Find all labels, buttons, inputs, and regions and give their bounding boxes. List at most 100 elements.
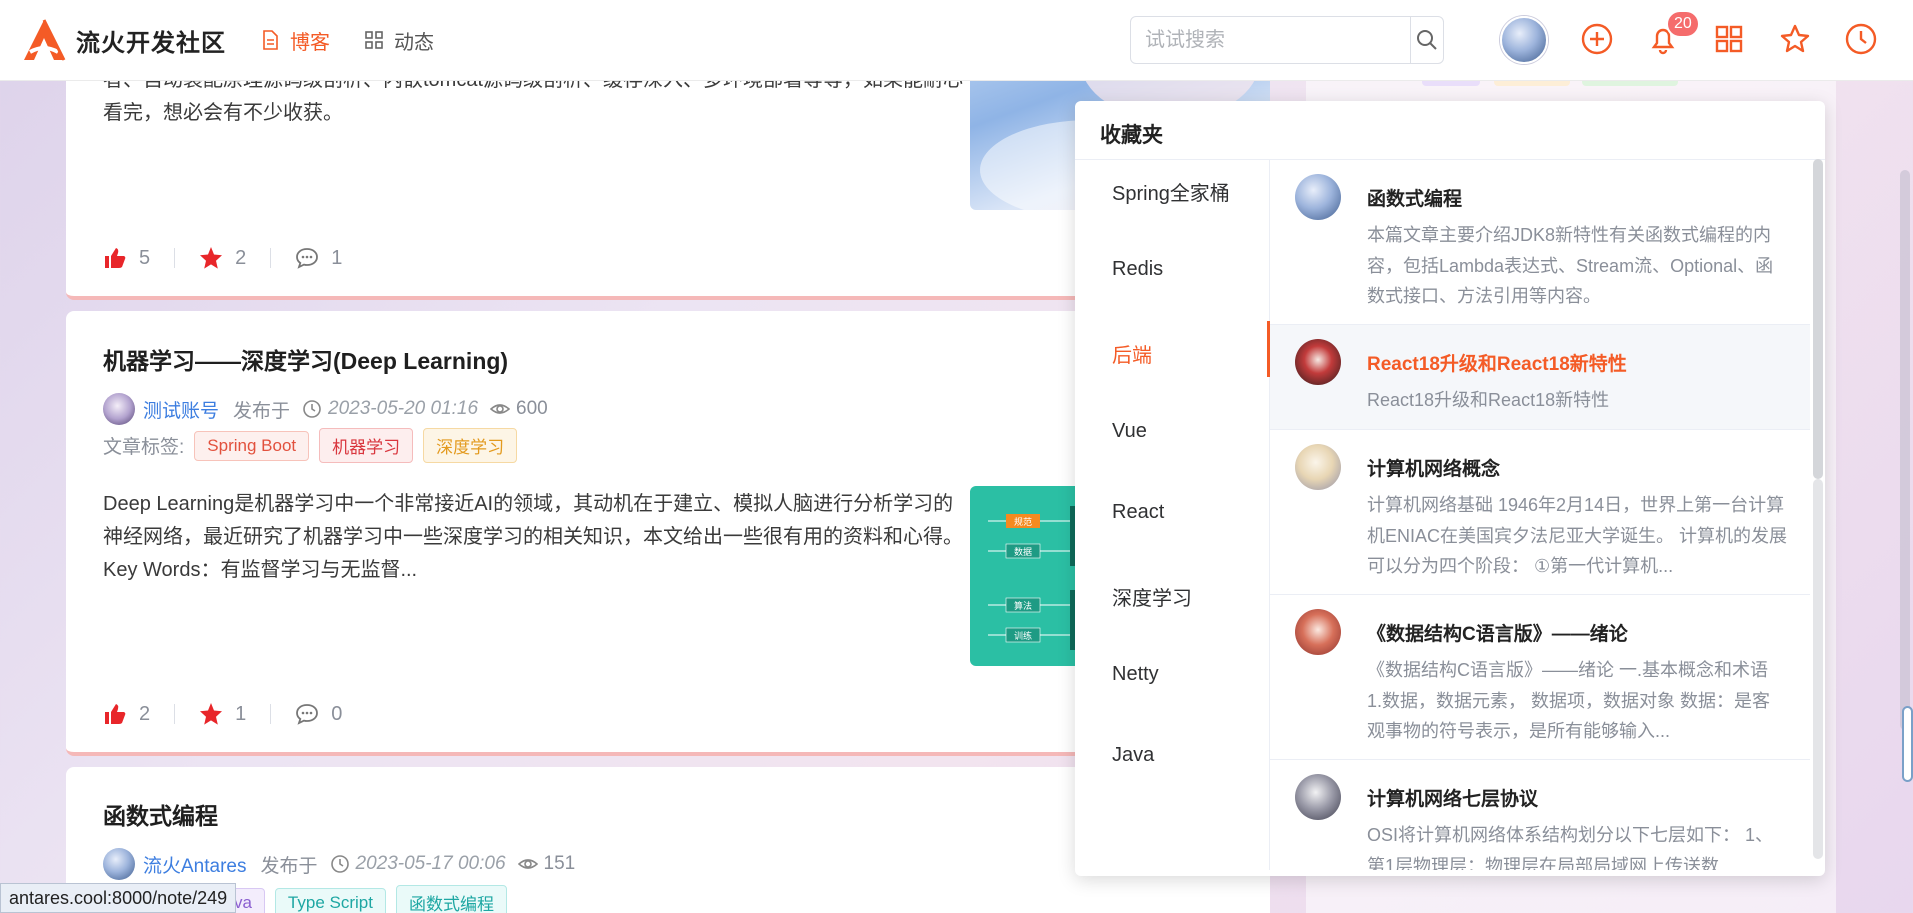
nav-link-label: 博客 [290, 31, 330, 54]
favorite-item-desc: 本篇文章主要介绍JDK8新特性有关函数式编程的内容，包括Lambda表达式、St… [1367, 225, 1774, 306]
tag[interactable]: Type Script [274, 887, 386, 913]
logo-icon [24, 19, 66, 61]
favorite-item-desc: OSI将计算机网络体系结构划分以下七层如下： 1、第1层物理层：物理层在局部局域… [1367, 825, 1774, 870]
favorite-item-desc: 《数据结构C语言版》——绪论 一.基本概念和术语 1.数据，数据元素， 数据项，… [1367, 660, 1771, 741]
comment-stat[interactable]: 1 [295, 246, 342, 270]
favorite-item[interactable]: 计算机网络概念 计算机网络基础 1946年2月14日，世界上第一台计算机ENIA… [1270, 430, 1810, 595]
clock-icon [303, 400, 321, 418]
apps-grid-icon[interactable] [1712, 22, 1746, 56]
favorites-scrollbar-track[interactable] [1813, 479, 1823, 859]
favorite-item-desc: 计算机网络基础 1946年2月14日，世界上第一台计算机ENIAC在美国宾夕法尼… [1367, 495, 1787, 576]
article-stats: 2 1 0 [103, 702, 342, 726]
comment-count: 0 [331, 702, 343, 725]
favorite-items-list: 函数式编程 本篇文章主要介绍JDK8新特性有关函数式编程的内容，包括Lambda… [1270, 160, 1810, 870]
top-navbar: 流火开发社区 博客 动态 [0, 0, 1913, 81]
author-avatar [1295, 339, 1341, 385]
search-button[interactable] [1410, 17, 1443, 63]
favorite-count: 2 [235, 246, 247, 269]
search-box [1130, 16, 1444, 64]
favorites-title: 收藏夹 [1100, 124, 1163, 147]
favorite-item-title: 函数式编程 [1367, 189, 1463, 210]
favorite-stat[interactable]: 2 [199, 246, 246, 270]
clock-icon [330, 855, 349, 873]
author-avatar [1295, 774, 1341, 820]
author-link[interactable]: 流火Antares [143, 851, 246, 878]
search-icon [1417, 30, 1437, 50]
star-icon[interactable] [1778, 22, 1812, 56]
tag[interactable]: 机器学习 [319, 428, 414, 463]
author-avatar[interactable] [103, 848, 135, 880]
view-count: 600 [516, 398, 548, 419]
divider [270, 248, 272, 268]
folder-item-active[interactable]: 后端 [1112, 339, 1152, 368]
like-stat[interactable]: 2 [103, 702, 150, 726]
plus-circle-icon[interactable] [1580, 22, 1614, 56]
author-avatar [1295, 174, 1341, 220]
favorite-item-hovered[interactable]: React18升级和React18新特性 React18升级和React18新特… [1270, 325, 1810, 430]
author-avatar [1295, 609, 1341, 655]
nav-link-label: 动态 [394, 31, 434, 54]
status-bar-url: antares.cool:8000/note/249 [0, 883, 237, 913]
tags-label: 文章标签: [103, 437, 185, 458]
folder-item[interactable]: Spring全家桶 [1112, 177, 1230, 206]
favorite-stat[interactable]: 1 [199, 702, 246, 726]
like-count: 2 [139, 702, 151, 725]
diagram-label: 算法 [1014, 600, 1032, 612]
comment-icon [296, 248, 319, 269]
user-avatar[interactable] [1500, 16, 1548, 64]
like-stat[interactable]: 5 [103, 246, 150, 270]
folder-item[interactable]: 深度学习 [1112, 582, 1192, 611]
folder-item[interactable]: Java [1112, 744, 1154, 767]
favorites-popup: 收藏夹 Spring全家桶 Redis 后端 Vue React 深度学习 Ne… [1075, 101, 1825, 876]
published-label: 发布于 [233, 400, 291, 422]
page-scrollbar[interactable] [1900, 170, 1910, 730]
favorite-item-desc: React18升级和React18新特性 [1367, 390, 1610, 410]
diagram-label: 规范 [1014, 516, 1032, 528]
article-title[interactable]: 机器学习——深度学习(Deep Learning) [103, 342, 508, 376]
brand-name: 流火开发社区 [76, 29, 226, 57]
star-filled-icon [200, 703, 223, 725]
published-label: 发布于 [260, 855, 318, 877]
favorite-item[interactable]: 《数据结构C语言版》——绪论 《数据结构C语言版》——绪论 一.基本概念和术语 … [1270, 595, 1810, 760]
favorite-item-title: 计算机网络概念 [1367, 459, 1501, 480]
article-stats: 5 2 1 [103, 246, 342, 270]
favorite-count: 1 [235, 702, 247, 725]
author-avatar [1295, 444, 1341, 490]
search-input[interactable] [1131, 17, 1410, 63]
divider [270, 704, 272, 724]
comment-stat[interactable]: 0 [295, 702, 342, 726]
publish-date: 2023-05-17 00:06 [355, 853, 506, 874]
favorites-scrollbar-thumb[interactable] [1813, 159, 1823, 479]
eye-icon [517, 859, 538, 869]
tag[interactable]: 深度学习 [423, 428, 518, 463]
folder-item[interactable]: Vue [1112, 420, 1147, 443]
article-tags: Java Type Script 函数式编程 [193, 885, 507, 913]
tag[interactable]: 函数式编程 [395, 885, 507, 913]
nav-link-blog[interactable]: 博客 [260, 26, 330, 55]
favorite-item-title: 计算机网络七层协议 [1367, 789, 1539, 810]
comment-icon [296, 704, 319, 725]
article-meta: 流火Antares 发布于 2023-05-17 00:06 151 [103, 848, 575, 880]
clock-icon[interactable] [1844, 22, 1878, 56]
comment-count: 1 [331, 246, 343, 269]
like-count: 5 [139, 246, 151, 269]
favorite-item[interactable]: 计算机网络七层协议 OSI将计算机网络体系结构划分以下七层如下： 1、第1层物理… [1270, 760, 1810, 870]
page-scrollbar-thumb[interactable] [1902, 706, 1913, 782]
folder-item[interactable]: Netty [1112, 663, 1159, 686]
author-avatar[interactable] [103, 393, 135, 425]
grid-icon [365, 31, 383, 49]
folder-item[interactable]: Redis [1112, 258, 1163, 281]
folder-item[interactable]: React [1112, 501, 1164, 524]
favorite-item-title: React18升级和React18新特性 [1367, 354, 1627, 375]
nav-link-activity[interactable]: 动态 [364, 26, 434, 55]
divider [174, 248, 176, 268]
eye-icon [490, 404, 511, 414]
article-title[interactable]: 函数式编程 [103, 797, 218, 831]
tag[interactable]: Spring Boot [194, 430, 310, 461]
brand-logo[interactable]: 流火开发社区 [20, 16, 226, 64]
author-link[interactable]: 测试账号 [143, 396, 219, 423]
favorite-item[interactable]: 函数式编程 本篇文章主要介绍JDK8新特性有关函数式编程的内容，包括Lambda… [1270, 160, 1810, 325]
publish-date: 2023-05-20 01:16 [328, 398, 479, 419]
diagram-label: 数据 [1014, 546, 1032, 558]
star-filled-icon [200, 247, 223, 269]
